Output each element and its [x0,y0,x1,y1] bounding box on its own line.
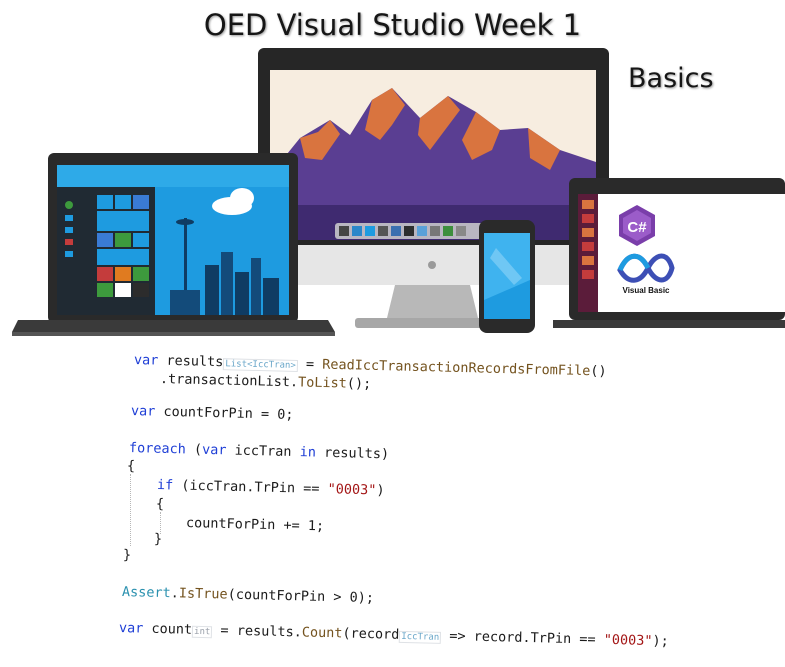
code-line-12: var count int = results.Count(record IccTr… [118,620,669,650]
code-line-2: .transactionList.ToList(); [159,371,372,393]
code-line-10: } [122,547,132,564]
svg-text:Visual Basic: Visual Basic [623,286,671,295]
type-hint: List<IccTran> [223,358,298,373]
indent-guide [160,512,161,534]
ubuntu-laptop: C# Visual Basic [553,178,785,328]
code-line-5: { [126,458,136,475]
type-hint: int [191,625,213,639]
phone [479,220,535,333]
code-line-8: countForPin += 1; [185,515,325,535]
type-hint: IccTran [399,630,442,644]
code-line-1: var results List<IccTran> = ReadIccTransa… [133,352,607,380]
code-line-6: if (iccTran.TrPin == "0003") [156,477,385,499]
indent-guide [130,474,131,546]
devices-illustration: C# Visual Basic [12,48,785,336]
code-line-11: Assert.IsTrue(countForPin > 0); [121,584,375,607]
svg-text:C#: C# [627,219,647,236]
code-line-9: } [153,531,163,548]
desktop-monitor [258,48,609,328]
code-line-7: { [155,496,165,513]
code-line-3: var countForPin = 0; [130,403,294,423]
windows-laptop [12,153,335,336]
code-line-4: foreach (var iccTran in results) [128,440,390,463]
